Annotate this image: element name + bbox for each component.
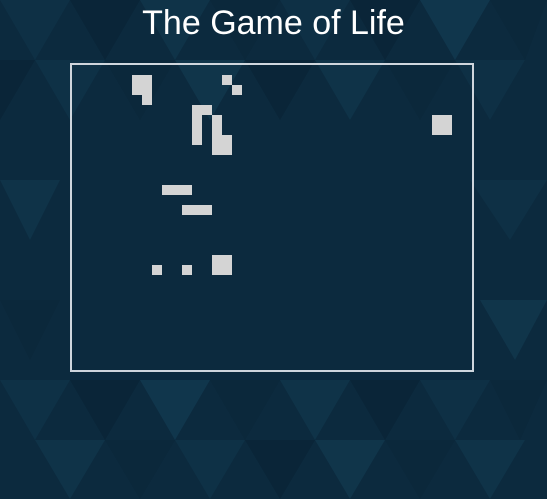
live-cell[interactable]	[182, 265, 192, 275]
live-cell[interactable]	[192, 125, 202, 135]
live-cell[interactable]	[192, 135, 202, 145]
live-cell[interactable]	[432, 115, 442, 125]
live-cell[interactable]	[192, 105, 202, 115]
live-cell[interactable]	[142, 75, 152, 85]
live-cell[interactable]	[222, 145, 232, 155]
page-title: The Game of Life	[142, 4, 405, 42]
live-cell[interactable]	[222, 135, 232, 145]
live-cell[interactable]	[232, 85, 242, 95]
live-cell[interactable]	[182, 185, 192, 195]
live-cell[interactable]	[202, 105, 212, 115]
live-cell[interactable]	[202, 205, 212, 215]
live-cell[interactable]	[132, 75, 142, 85]
live-cell[interactable]	[442, 115, 452, 125]
live-cell[interactable]	[212, 125, 222, 135]
live-cell[interactable]	[182, 205, 192, 215]
live-cell[interactable]	[212, 145, 222, 155]
live-cell[interactable]	[172, 185, 182, 195]
live-cell[interactable]	[222, 255, 232, 265]
live-cell[interactable]	[152, 265, 162, 275]
live-cell[interactable]	[192, 205, 202, 215]
live-cell[interactable]	[212, 115, 222, 125]
live-cell[interactable]	[192, 115, 202, 125]
live-cell[interactable]	[212, 135, 222, 145]
game-board[interactable]	[70, 63, 474, 372]
live-cell[interactable]	[222, 265, 232, 275]
live-cell[interactable]	[442, 125, 452, 135]
live-cell[interactable]	[132, 85, 142, 95]
live-cell[interactable]	[162, 185, 172, 195]
live-cell[interactable]	[222, 75, 232, 85]
live-cell[interactable]	[212, 265, 222, 275]
live-cell[interactable]	[432, 125, 442, 135]
live-cell[interactable]	[142, 95, 152, 105]
live-cell[interactable]	[142, 85, 152, 95]
live-cell[interactable]	[212, 255, 222, 265]
